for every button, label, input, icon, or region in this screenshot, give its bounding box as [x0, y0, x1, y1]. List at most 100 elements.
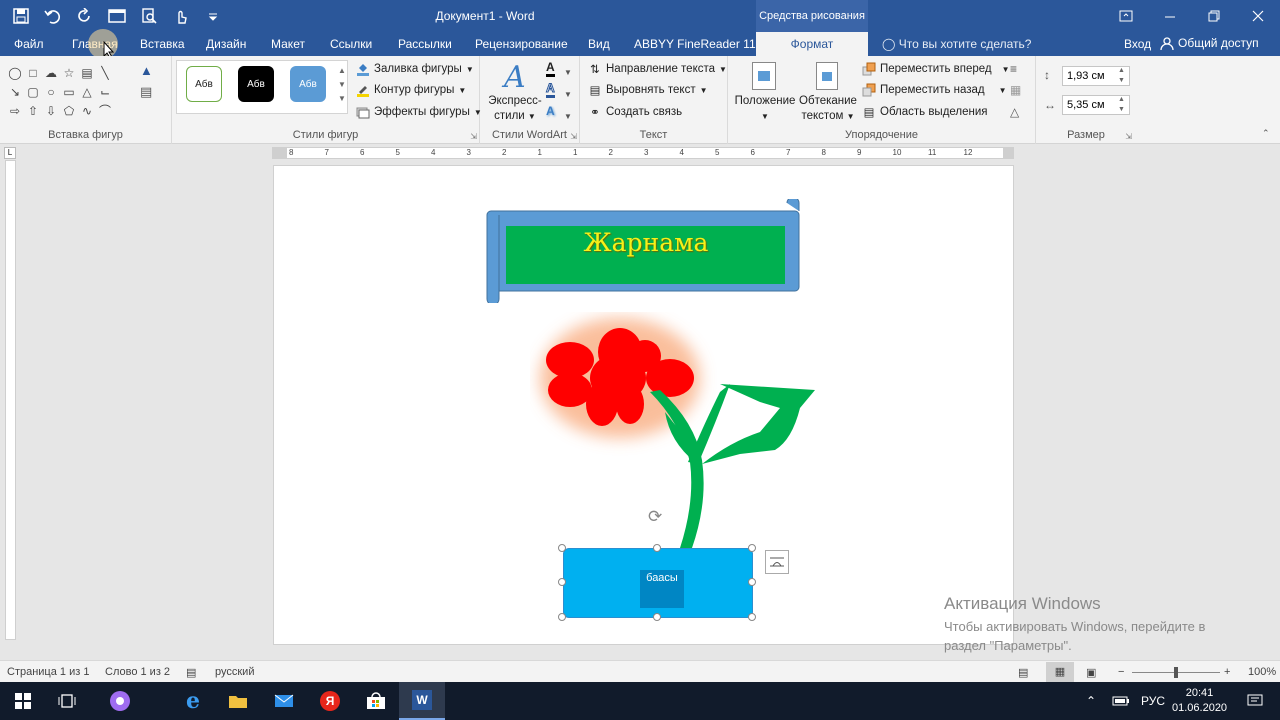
- cloud-shape-icon[interactable]: ☁: [42, 64, 60, 83]
- send-backward-button[interactable]: Переместить назад ▼: [862, 83, 1007, 97]
- resize-handle-se[interactable]: [748, 613, 756, 621]
- down-arrow-shape-icon[interactable]: ⇩: [42, 102, 60, 121]
- style-black[interactable]: Абв: [238, 66, 274, 102]
- task-view-button[interactable]: [44, 682, 90, 720]
- align-text-button[interactable]: ▤ Выровнять текст ▼: [588, 83, 708, 97]
- word-count[interactable]: Слово 1 из 2: [105, 666, 170, 678]
- freeform-shape-icon[interactable]: ∿: [78, 102, 96, 121]
- up-arrow-shape-icon[interactable]: ⇧: [24, 102, 42, 121]
- flower-drawing[interactable]: [530, 312, 830, 562]
- arrow-line-icon[interactable]: ↘: [6, 83, 24, 102]
- rectangle-shape-icon[interactable]: □: [24, 64, 42, 83]
- input-language[interactable]: РУС: [1130, 682, 1176, 720]
- align-objects-icon[interactable]: ≡: [1010, 62, 1017, 76]
- text-outline-icon[interactable]: A: [546, 81, 555, 98]
- tab-abbyy[interactable]: ABBYY FineReader 11: [634, 37, 756, 51]
- dialog-launcher-icon[interactable]: ⇲: [1125, 132, 1132, 141]
- position-icon[interactable]: [752, 62, 776, 90]
- resize-handle-ne[interactable]: [748, 544, 756, 552]
- rotate-handle-icon[interactable]: ⟳: [648, 507, 662, 527]
- tab-mailings[interactable]: Рассылки: [398, 37, 452, 51]
- shape-outline-button[interactable]: Контур фигуры ▼: [356, 83, 466, 97]
- edge-button[interactable]: e: [170, 682, 216, 720]
- ribbon-display-options-icon[interactable]: [1104, 0, 1148, 32]
- rounded-rect-shape-icon[interactable]: ▭: [60, 83, 78, 102]
- right-arrow-shape-icon[interactable]: ⇨: [6, 102, 24, 121]
- group-objects-icon[interactable]: ▦: [1010, 83, 1021, 97]
- file-explorer-button[interactable]: [215, 682, 261, 720]
- vertical-ruler[interactable]: [5, 160, 16, 640]
- layout-options-icon[interactable]: [765, 550, 789, 574]
- store-button[interactable]: [353, 682, 399, 720]
- shapes-gallery[interactable]: ◯ □ ☁ ☆ ▤ ╲ ↘ ▢ ○ ▭ △ ⌙ ⇨ ⇧ ⇩ ⬠ ∿ ⌒: [6, 64, 114, 121]
- edit-shape-icon[interactable]: ▲: [140, 63, 153, 78]
- tab-review[interactable]: Рецензирование: [475, 37, 568, 51]
- minimize-icon[interactable]: [1148, 0, 1192, 32]
- wrap-text-icon[interactable]: [816, 62, 838, 90]
- selection-pane-button[interactable]: ▤ Область выделения: [862, 105, 988, 119]
- circle-shape-icon[interactable]: ○: [42, 83, 60, 102]
- curve-shape-icon[interactable]: ⌒: [96, 102, 114, 121]
- yandex-browser-button[interactable]: Я: [307, 682, 353, 720]
- zoom-slider[interactable]: [1132, 667, 1220, 678]
- restore-icon[interactable]: [1192, 0, 1236, 32]
- collapse-ribbon-icon[interactable]: ⌃: [1262, 128, 1270, 139]
- gallery-scroll-icon[interactable]: ▲ ▼ ▼: [338, 64, 346, 106]
- resize-handle-e[interactable]: [748, 578, 756, 586]
- triangle-shape-icon[interactable]: △: [78, 83, 96, 102]
- width-spinner[interactable]: ▲ ▼: [1118, 95, 1125, 115]
- vase-label[interactable]: баасы: [640, 570, 684, 608]
- create-link-button[interactable]: ⚭ Создать связь: [588, 105, 682, 119]
- dialog-launcher-icon[interactable]: ⇲: [570, 132, 577, 141]
- print-layout-icon[interactable]: ▦: [1046, 662, 1074, 682]
- tab-insert[interactable]: Вставка: [140, 37, 185, 51]
- text-fill-icon[interactable]: A: [546, 61, 555, 77]
- text-colors-dropdown-icon[interactable]: ▼ ▼ ▼: [564, 62, 572, 128]
- resize-handle-sw[interactable]: [558, 613, 566, 621]
- zoom-level[interactable]: 100%: [1248, 666, 1276, 678]
- text-effects-icon[interactable]: A: [546, 104, 555, 118]
- banner-title[interactable]: Жарнама: [506, 228, 786, 257]
- zoom-slider-thumb[interactable]: [1174, 667, 1178, 678]
- horizontal-ruler[interactable]: 8 7 6 5 4 3 2 1 1 2 3 4 5 6 7 8 9 10 11 12: [272, 147, 1014, 159]
- notifications-button[interactable]: [1232, 682, 1278, 720]
- draw-textbox-icon[interactable]: ▤: [140, 84, 152, 100]
- tab-references[interactable]: Ссылки: [330, 37, 372, 51]
- style-white[interactable]: Абв: [186, 66, 222, 102]
- wrap-text-button[interactable]: Обтекание текстом ▼: [798, 94, 858, 124]
- proofing-icon[interactable]: ▤: [186, 666, 196, 679]
- word-taskbar-button[interactable]: W: [399, 682, 445, 720]
- page-count[interactable]: Страница 1 из 1: [7, 666, 89, 678]
- resize-handle-nw[interactable]: [558, 544, 566, 552]
- tab-file[interactable]: Файл: [14, 37, 44, 51]
- style-blue[interactable]: Абв: [290, 66, 326, 102]
- system-clock[interactable]: 20:41 01.06.2020: [1172, 686, 1227, 716]
- resize-handle-n[interactable]: [653, 544, 661, 552]
- pentagon-shape-icon[interactable]: ⬠: [60, 102, 78, 121]
- alice-assistant-button[interactable]: [97, 682, 143, 720]
- text-direction-button[interactable]: ⇅ Направление текста ▼: [588, 62, 727, 76]
- sign-in-link[interactable]: Вход: [1124, 37, 1151, 51]
- web-layout-icon[interactable]: ▣: [1086, 666, 1096, 679]
- resize-handle-s[interactable]: [653, 613, 661, 621]
- start-button[interactable]: [0, 682, 46, 720]
- mail-button[interactable]: [261, 682, 307, 720]
- express-styles-button[interactable]: Экспресс- стили ▼: [486, 94, 544, 124]
- share-button[interactable]: Общий доступ: [1160, 36, 1259, 50]
- height-spinner[interactable]: ▲ ▼: [1118, 66, 1125, 86]
- square-shape-icon[interactable]: ▢: [24, 83, 42, 102]
- bring-forward-button[interactable]: Переместить вперед ▼: [862, 62, 1010, 76]
- position-button[interactable]: Положение ▼: [732, 94, 798, 124]
- zoom-in-icon[interactable]: +: [1224, 666, 1230, 678]
- textbox-shape-icon[interactable]: ▤: [78, 64, 96, 83]
- elbow-connector-icon[interactable]: ⌙: [96, 83, 114, 102]
- shape-effects-button[interactable]: Эффекты фигуры ▼: [356, 105, 482, 119]
- shape-fill-button[interactable]: Заливка фигуры ▼: [356, 62, 474, 76]
- rotate-objects-icon[interactable]: △: [1010, 105, 1019, 119]
- language-indicator[interactable]: русский: [215, 666, 254, 678]
- vertical-scrollbar[interactable]: [1270, 160, 1280, 655]
- tell-me-box[interactable]: ◯ Что вы хотите сделать?: [882, 37, 1031, 51]
- line-shape-icon[interactable]: ╲: [96, 64, 114, 83]
- tab-layout[interactable]: Макет: [271, 37, 305, 51]
- ruler-toggle-icon[interactable]: L: [4, 147, 16, 159]
